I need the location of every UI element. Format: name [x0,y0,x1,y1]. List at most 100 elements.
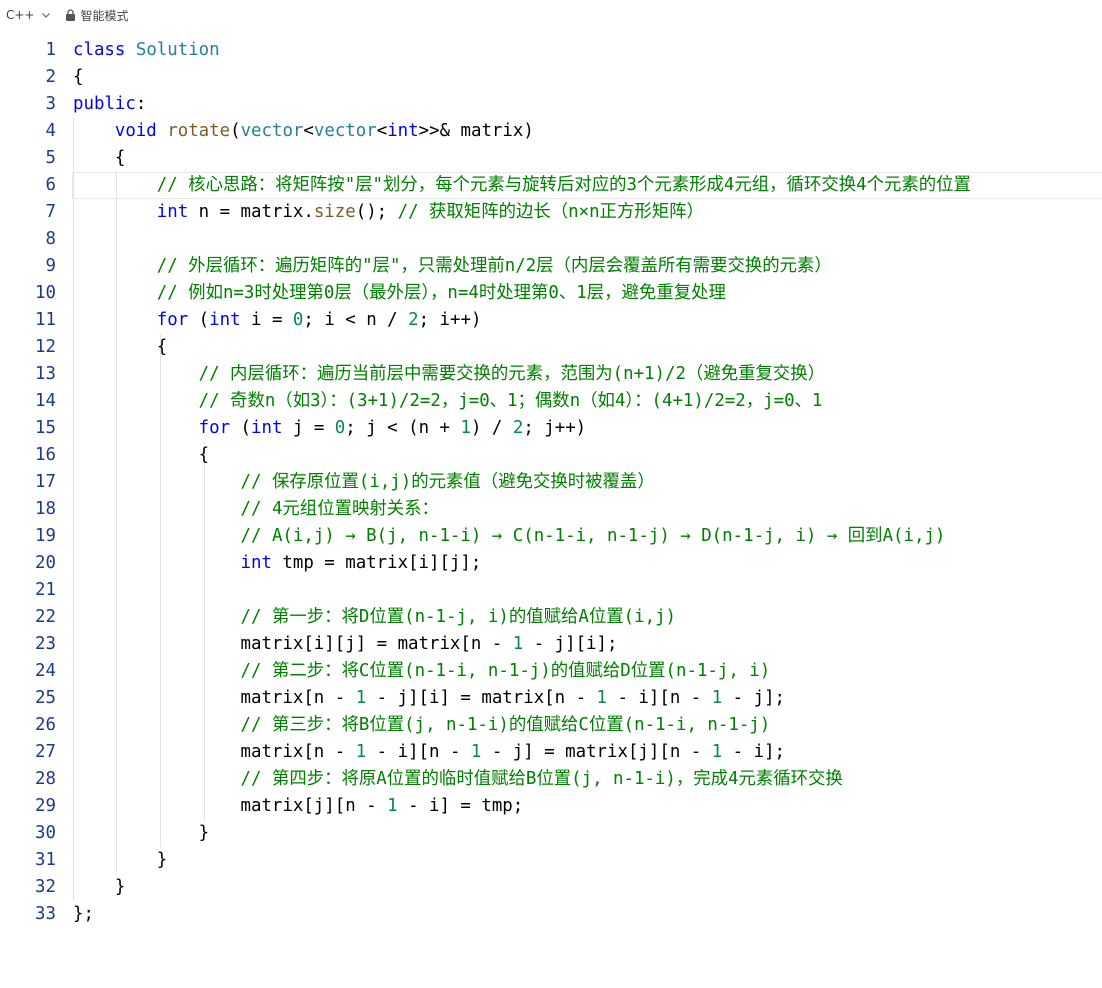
code-line[interactable]: 18 // 4元组位置映射关系： [0,496,1102,523]
code-token: public [73,94,136,114]
line-number: 31 [35,850,56,870]
code-token: Solution [135,40,220,60]
code-token: ( [230,121,241,141]
code-token: int [251,418,283,438]
code-token: 1 [355,688,367,708]
code-line[interactable]: 28 // 第四步：将原A位置的临时值赋给B位置(j, n-1-i)，完成4元素… [0,766,1102,793]
code-line[interactable]: 27 matrix[n - 1 - i][n - 1 - j] = matrix… [0,739,1102,766]
code-token: 1 [711,742,723,762]
code-token: ; i < n / [303,310,409,330]
code-token: - j] = matrix[j][n - [481,742,712,762]
code-token: { [73,445,210,465]
code-line[interactable]: 26 // 第三步：将B位置(j, n-1-i)的值赋给C位置(n-1-i, n… [0,712,1102,739]
code-line[interactable]: 8 [0,226,1102,253]
line-code: } [73,847,167,874]
code-token: - j]; [722,688,786,708]
code-token: // 第一步：将D位置(n-1-j, i)的值赋给A位置(i,j) [240,607,677,627]
line-number: 9 [45,256,56,276]
line-number: 33 [35,904,56,924]
code-line[interactable]: 1 class Solution [0,37,1102,64]
line-number: 3 [45,94,56,114]
code-line[interactable]: 4 void rotate(vector<vector<int>>& matri… [0,118,1102,145]
line-code: int n = matrix.size(); // 获取矩阵的边长（n×n正方形… [73,199,704,226]
line-number: 30 [35,823,56,843]
code-editor[interactable]: 1 class Solution 2{ 3 public: 4 void rotate(v… [0,37,1102,937]
code-token: - i]; [722,742,786,762]
code-line[interactable]: 20 int tmp = matrix[i][j]; [0,550,1102,577]
code-line[interactable]: 32 } [0,874,1102,901]
code-line[interactable]: 21 [0,577,1102,604]
line-number: 22 [35,607,56,627]
code-token: ; j < (n + [345,418,461,438]
code-line[interactable]: 5 { [0,145,1102,172]
code-token: void [114,121,157,141]
code-line[interactable]: 7 int n = matrix.size(); // 获取矩阵的边长（n×n正… [0,199,1102,226]
code-token: 1 [470,742,482,762]
line-code: // 第二步：将C位置(n-1-i, n-1-j)的值赋给D位置(n-1-j, … [73,658,771,685]
code-token: 1 [512,634,524,654]
code-line[interactable]: 30 } [0,820,1102,847]
code-line[interactable]: 13 // 内层循环：遍历当前层中需要交换的元素，范围为(n+1)/2（避免重复… [0,361,1102,388]
code-token: // 保存原位置(i,j)的元素值（避免交换时被覆盖） [240,472,655,492]
code-token: size [313,202,356,222]
language-select[interactable]: C++ [6,8,51,22]
code-line[interactable]: 2{ [0,64,1102,91]
line-number: 28 [35,769,56,789]
line-code: }; [73,901,94,928]
code-token: - j][i] = matrix[n - [366,688,597,708]
code-line[interactable]: 29 matrix[j][n - 1 - i] = tmp; [0,793,1102,820]
code-token: ; j++) [523,418,587,438]
code-line[interactable]: 17 // 保存原位置(i,j)的元素值（避免交换时被覆盖） [0,469,1102,496]
line-code: public: [73,91,146,118]
code-token: // 第四步：将原A位置的临时值赋给B位置(j, n-1-i)，完成4元素循环交… [240,769,843,789]
line-number: 16 [35,445,56,465]
code-token: 1 [711,688,723,708]
line-code: int tmp = matrix[i][j]; [73,550,482,577]
code-line[interactable]: 14 // 奇数n（如3）：(3+1)/2=2，j=0、1；偶数n（如4）：(4… [0,388,1102,415]
code-line[interactable]: 10 // 例如n=3时处理第0层（最外层），n=4时处理第0、1层，避免重复处… [0,280,1102,307]
code-line[interactable]: 6 // 核心思路：将矩阵按"层"划分，每个元素与旋转后对应的3个元素形成4元组… [0,172,1102,199]
code-token: j = [282,418,335,438]
line-code: // 核心思路：将矩阵按"层"划分，每个元素与旋转后对应的3个元素形成4元组，循… [73,172,971,199]
code-token: // 内层循环：遍历当前层中需要交换的元素，范围为(n+1)/2（避免重复交换） [198,364,826,384]
line-code: // 奇数n（如3）：(3+1)/2=2，j=0、1；偶数n（如4）：(4+1)… [73,388,823,415]
line-number: 26 [35,715,56,735]
line-code: // 内层循环：遍历当前层中需要交换的元素，范围为(n+1)/2（避免重复交换） [73,361,825,388]
code-token: matrix[n - [73,688,356,708]
mode-indicator[interactable]: 智能模式 [65,7,129,24]
chevron-down-icon [41,13,50,18]
code-line[interactable]: 16 { [0,442,1102,469]
code-line[interactable]: 9 // 外层循环：遍历矩阵的"层"，只需处理前n/2层（内层会覆盖所有需要交换… [0,253,1102,280]
code-line[interactable]: 19 // A(i,j) → B(j, n-1-i) → C(n-1-i, n-… [0,523,1102,550]
code-line[interactable]: 12 { [0,334,1102,361]
code-line[interactable]: 33}; [0,901,1102,928]
line-number: 11 [35,310,56,330]
code-line[interactable]: 3 public: [0,91,1102,118]
line-number: 23 [35,634,56,654]
line-number: 5 [45,148,56,168]
code-line[interactable]: 24 // 第二步：将C位置(n-1-i, n-1-j)的值赋给D位置(n-1-… [0,658,1102,685]
code-token: 1 [387,796,398,816]
line-number: 10 [35,283,56,303]
code-token: i = [240,310,293,330]
code-line[interactable]: 11 for (int i = 0; i < n / 2; i++) [0,307,1102,334]
code-line[interactable]: 25 matrix[n - 1 - j][i] = matrix[n - 1 -… [0,685,1102,712]
code-line[interactable]: 15 for (int j = 0; j < (n + 1) / 2; j++) [0,415,1102,442]
code-token: { [73,337,168,357]
code-token: // 外层循环：遍历矩阵的"层"，只需处理前n/2层（内层会覆盖所有需要交换的元… [156,256,832,276]
code-token: int [156,202,189,222]
code-token: } [73,823,210,843]
line-code: matrix[n - 1 - i][n - 1 - j] = matrix[j]… [73,739,786,766]
code-line[interactable]: 22 // 第一步：将D位置(n-1-j, i)的值赋给A位置(i,j) [0,604,1102,631]
code-token: >>& matrix) [418,121,534,141]
code-line[interactable]: 31 } [0,847,1102,874]
code-token: < [303,121,314,141]
code-line[interactable]: 23 matrix[i][j] = matrix[n - 1 - j][i]; [0,631,1102,658]
line-number: 24 [35,661,56,681]
line-code: void rotate(vector<vector<int>>& matrix) [73,118,534,145]
